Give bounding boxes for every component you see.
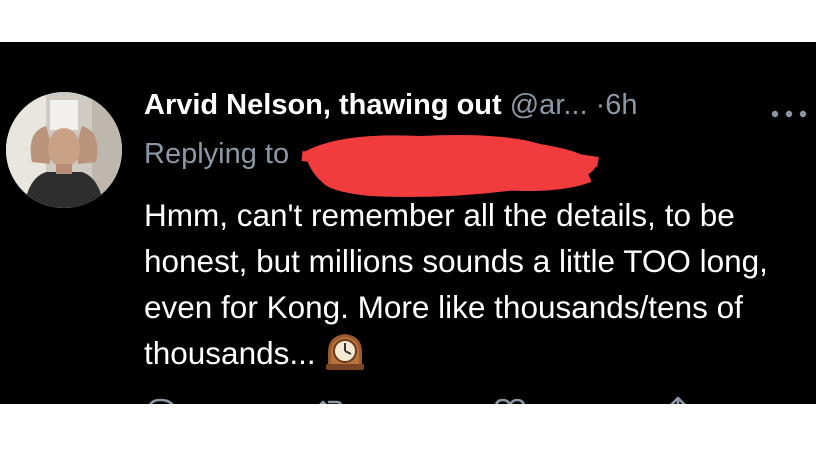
avatar-photo: [6, 92, 122, 208]
tweet-actions: [0, 394, 816, 404]
tweet-body-text: Hmm, can't remember all the details, to …: [144, 197, 768, 371]
tweet-body: Hmm, can't remember all the details, to …: [144, 192, 804, 376]
replying-to-label: Replying to: [144, 138, 290, 170]
author-handle[interactable]: @ar...: [510, 89, 588, 121]
tweet-time[interactable]: 6h: [605, 89, 637, 121]
more-dots-icon[interactable]: [770, 106, 808, 118]
retweet-button[interactable]: [314, 394, 350, 404]
mantelpiece-clock-icon: [324, 330, 366, 370]
avatar[interactable]: [6, 92, 122, 208]
replying-to-line: Replying to: [144, 134, 289, 174]
reply-icon: [149, 398, 174, 404]
share-icon: [670, 396, 686, 404]
like-button[interactable]: [492, 394, 528, 404]
share-button[interactable]: [660, 394, 696, 404]
header-separator: ·: [595, 89, 606, 121]
reply-button[interactable]: [144, 394, 180, 404]
author-name[interactable]: Arvid Nelson, thawing out: [144, 89, 502, 121]
heart-icon: [495, 398, 525, 404]
retweet-icon: [319, 400, 343, 404]
tweet-card[interactable]: Arvid Nelson, thawing out @ar... ·6h Rep…: [0, 42, 816, 404]
tweet-header: Arvid Nelson, thawing out @ar... ·6h: [144, 85, 638, 125]
screenshot-page: Arvid Nelson, thawing out @ar... ·6h Rep…: [0, 0, 816, 459]
